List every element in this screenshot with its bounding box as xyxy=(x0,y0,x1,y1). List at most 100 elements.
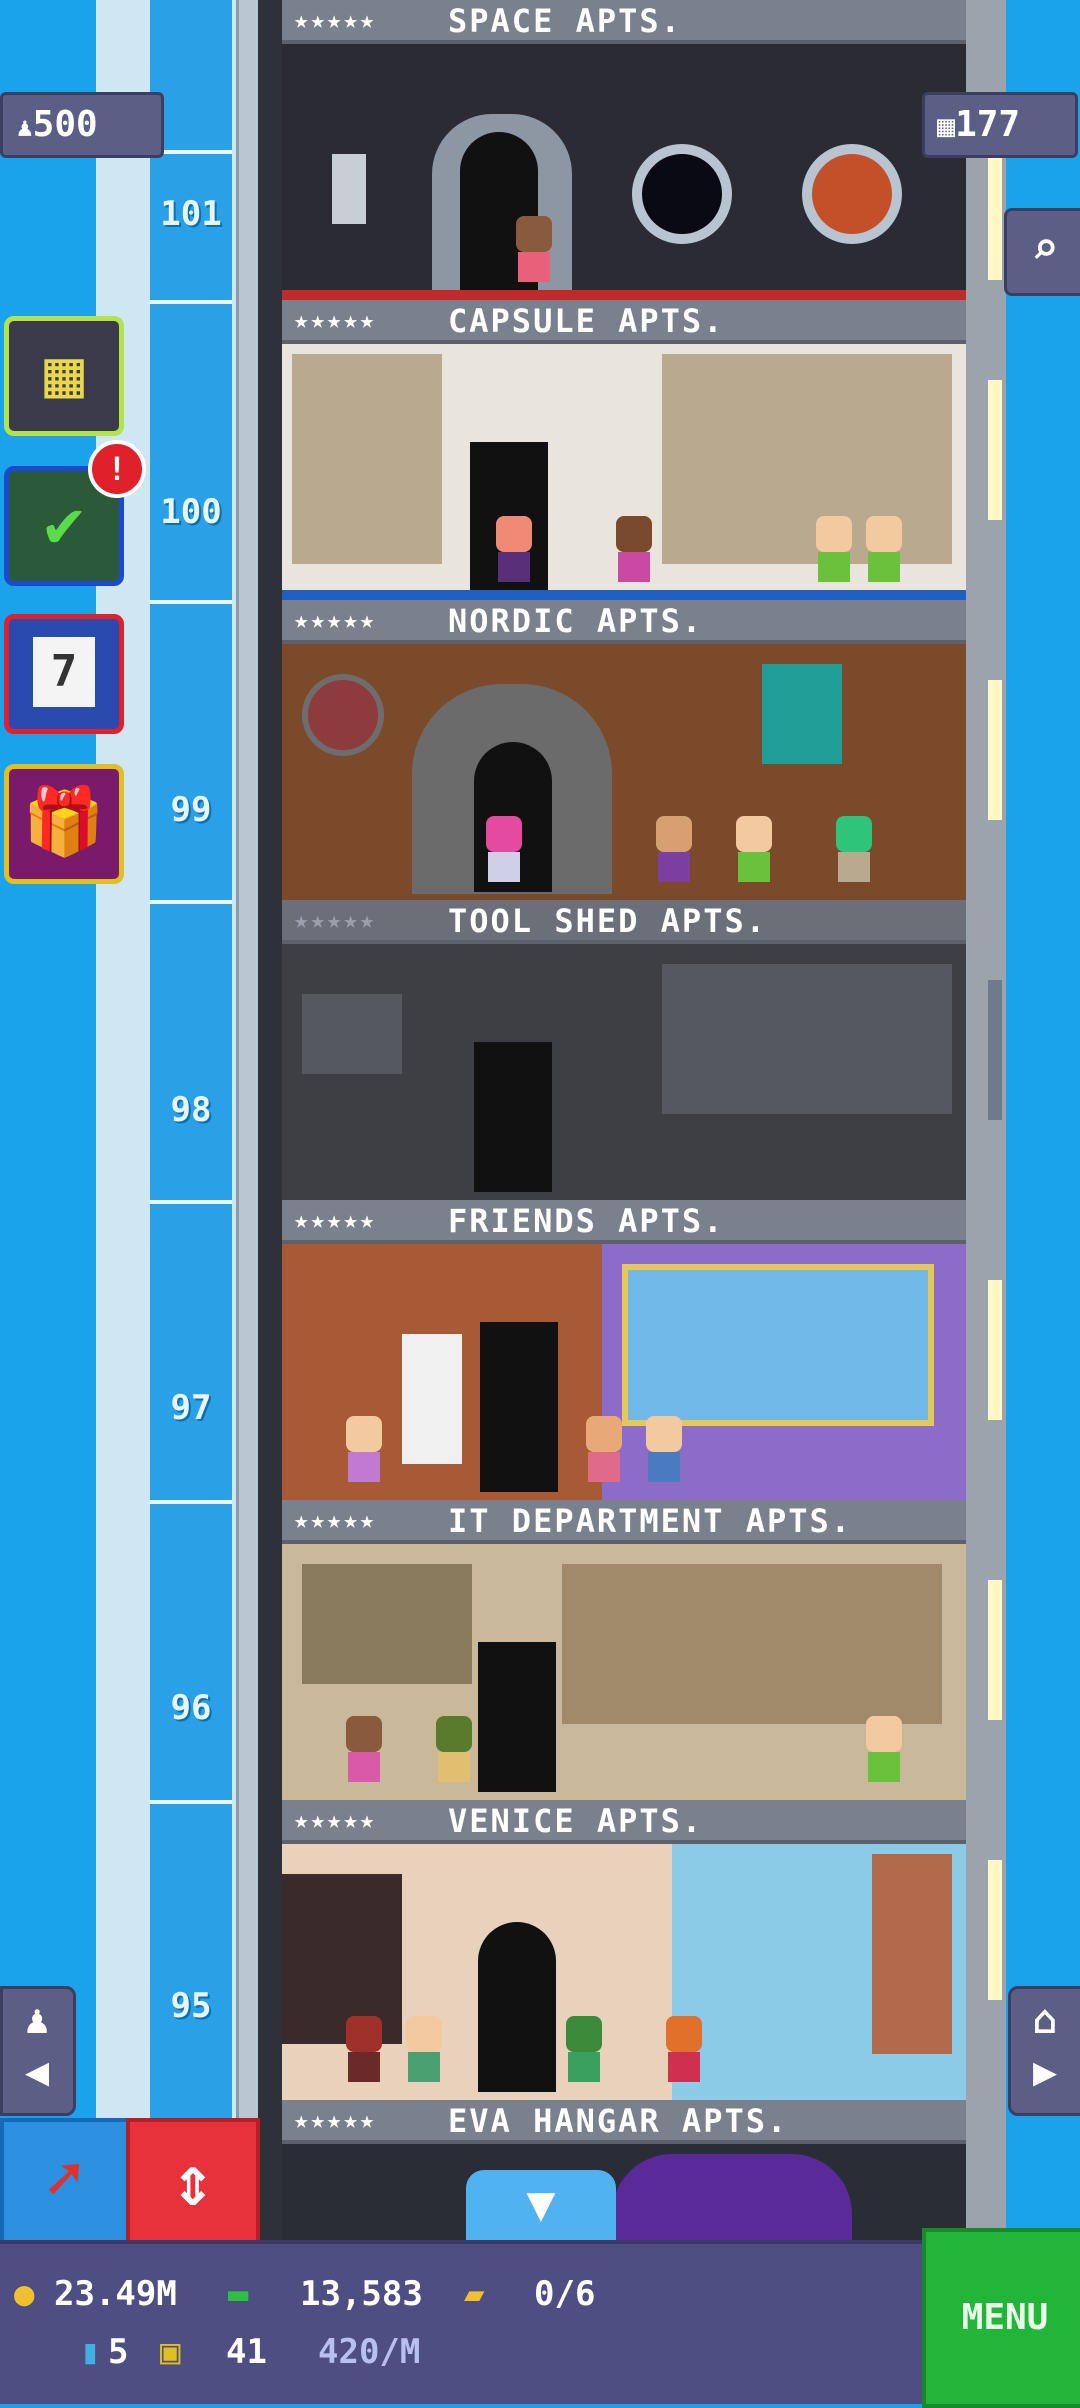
floor-header: ★★★★★ VENICE APTS. xyxy=(282,1800,966,1844)
key-icon: ▮ xyxy=(80,2332,101,2372)
fridge xyxy=(402,1334,462,1464)
resident[interactable] xyxy=(562,2016,606,2090)
elevator-floor-number: 100 xyxy=(160,492,222,532)
window-light xyxy=(988,1280,1002,1420)
menu-button[interactable]: MENU xyxy=(922,2228,1080,2408)
resident[interactable] xyxy=(342,2016,386,2090)
build-floor-button[interactable]: ▦ xyxy=(4,316,124,436)
scroll-down-button[interactable]: ▼ xyxy=(466,2170,616,2248)
shaft-segment xyxy=(150,600,232,744)
resident[interactable] xyxy=(732,816,776,890)
floor-nordic-apts[interactable]: ★★★★★ NORDIC APTS. xyxy=(282,600,966,900)
bottom-status-bar: ● 23.49M ▬ 13,583 ▰ 0/6 ▮ 5 ▣ 41 420/M xyxy=(0,2240,1080,2404)
shaft-segment xyxy=(150,1200,232,1344)
floor-stars: ★★★★★ xyxy=(294,6,377,34)
tickets-value: 0/6 xyxy=(534,2274,596,2314)
checklist-icon: ✔ xyxy=(44,485,84,562)
next-floor-tab[interactable]: ⌂ ▶ xyxy=(1008,1986,1080,2116)
shaft-segment xyxy=(150,300,232,444)
coin-icon: ● xyxy=(14,2274,35,2314)
gift-button[interactable]: 🎁 xyxy=(4,764,124,884)
floor-counter[interactable]: ▦177 xyxy=(922,92,1078,158)
tool-board xyxy=(302,994,402,1074)
population-value: 500 xyxy=(32,104,98,145)
capsule-cells-left xyxy=(292,354,442,564)
resident[interactable] xyxy=(812,516,856,590)
population-counter[interactable]: ♟500 xyxy=(0,92,164,158)
calendar-button[interactable]: 7 xyxy=(4,614,124,734)
resident[interactable] xyxy=(342,1716,386,1790)
resident[interactable] xyxy=(512,216,556,290)
shaft-segment xyxy=(150,1500,232,1644)
floor-stars: ★★★★★ xyxy=(294,2106,377,2134)
door xyxy=(480,1322,558,1492)
resident[interactable] xyxy=(662,2016,706,2090)
resident[interactable] xyxy=(402,2016,446,2090)
resident[interactable] xyxy=(492,516,536,590)
building-icon: ▦ xyxy=(937,109,956,144)
floor-space-apts[interactable]: ★★★★★ SPACE APTS. xyxy=(282,0,966,300)
floor-friends-apts[interactable]: ★★★★★ FRIENDS APTS. xyxy=(282,1200,966,1500)
wall-panel xyxy=(332,154,366,224)
shaft-segment xyxy=(150,1800,232,1944)
income-rate: 420/M xyxy=(318,2332,421,2372)
window-light xyxy=(988,680,1002,820)
floor-tool-shed-apts[interactable]: ★★★★★ TOOL SHED APTS. xyxy=(282,900,966,1200)
elevator-move-button[interactable]: ⇕ xyxy=(126,2118,260,2248)
magnifier-icon: ⌕ xyxy=(1031,221,1059,275)
raffle-pick-button[interactable]: ➚ xyxy=(0,2118,130,2248)
tool-wall xyxy=(662,964,952,1114)
resident[interactable] xyxy=(342,1416,386,1490)
elevator-floor-number: 95 xyxy=(170,1986,212,2026)
missions-badge: ! xyxy=(88,440,146,498)
building-grid-icon: ▦ xyxy=(44,335,84,412)
floor-stars: ★★★★★ xyxy=(294,1506,377,1534)
resident[interactable] xyxy=(652,816,696,890)
previous-floor-tab[interactable]: ♟ ◀ xyxy=(0,1986,76,2116)
resident[interactable] xyxy=(612,516,656,590)
floor-it-department-apts[interactable]: ★★★★★ IT DEPARTMENT APTS. xyxy=(282,1500,966,1800)
shaft-segment xyxy=(150,900,232,1044)
venice-building xyxy=(872,1854,952,2054)
bux-value: 13,583 xyxy=(300,2274,423,2314)
floor-venice-apts[interactable]: ★★★★★ VENICE APTS. xyxy=(282,1800,966,2100)
floor-header: ★★★★★ CAPSULE APTS. xyxy=(282,300,966,344)
capsule-cells-right xyxy=(662,354,952,564)
floor-title: EVA HANGAR APTS. xyxy=(448,2102,789,2140)
chevron-left-icon: ◀ xyxy=(24,2049,50,2095)
resident[interactable] xyxy=(642,1416,686,1490)
elevator-floor-number: 101 xyxy=(160,194,222,234)
window xyxy=(622,1264,934,1426)
window-light xyxy=(988,380,1002,520)
resident[interactable] xyxy=(832,816,876,890)
floor-title: SPACE APTS. xyxy=(448,2,682,40)
floor-header: ★★★★★ TOOL SHED APTS. xyxy=(282,900,966,944)
elevator-person-icon: ♟ xyxy=(24,1997,50,2043)
vip-icon: ▣ xyxy=(160,2332,181,2372)
floor-stars: ★★★★★ xyxy=(294,1206,377,1234)
up-down-arrows-icon: ⇕ xyxy=(171,2140,215,2222)
elevator-floor-number: 97 xyxy=(170,1388,212,1428)
floor-header: ★★★★★ FRIENDS APTS. xyxy=(282,1200,966,1244)
vip-value: 41 xyxy=(226,2332,267,2372)
calendar-icon: 7 xyxy=(33,637,95,707)
floor-header: ★★★★★ EVA HANGAR APTS. xyxy=(282,2100,966,2144)
floor-strip xyxy=(282,290,966,300)
wolf-trophy xyxy=(762,664,842,764)
floor-title: FRIENDS APTS. xyxy=(448,1202,725,1240)
resident[interactable] xyxy=(482,816,526,890)
bux-icon: ▬ xyxy=(228,2274,249,2314)
chevron-right-icon: ▶ xyxy=(1032,2049,1058,2095)
floor-stars: ★★★★★ xyxy=(294,306,377,334)
resident[interactable] xyxy=(582,1416,626,1490)
resident[interactable] xyxy=(862,1716,906,1790)
floor-eva-hangar-apts[interactable]: ★★★★★ EVA HANGAR APTS. xyxy=(282,2100,966,2260)
zoom-button[interactable]: ⌕ xyxy=(1004,208,1080,296)
floor-capsule-apts[interactable]: ★★★★★ CAPSULE APTS. xyxy=(282,300,966,600)
floor-title: NORDIC APTS. xyxy=(448,602,704,640)
person-icon: ♟ xyxy=(17,113,33,143)
resident[interactable] xyxy=(862,516,906,590)
coins-value: 23.49M xyxy=(54,2274,177,2314)
floor-title: CAPSULE APTS. xyxy=(448,302,725,340)
resident[interactable] xyxy=(432,1716,476,1790)
